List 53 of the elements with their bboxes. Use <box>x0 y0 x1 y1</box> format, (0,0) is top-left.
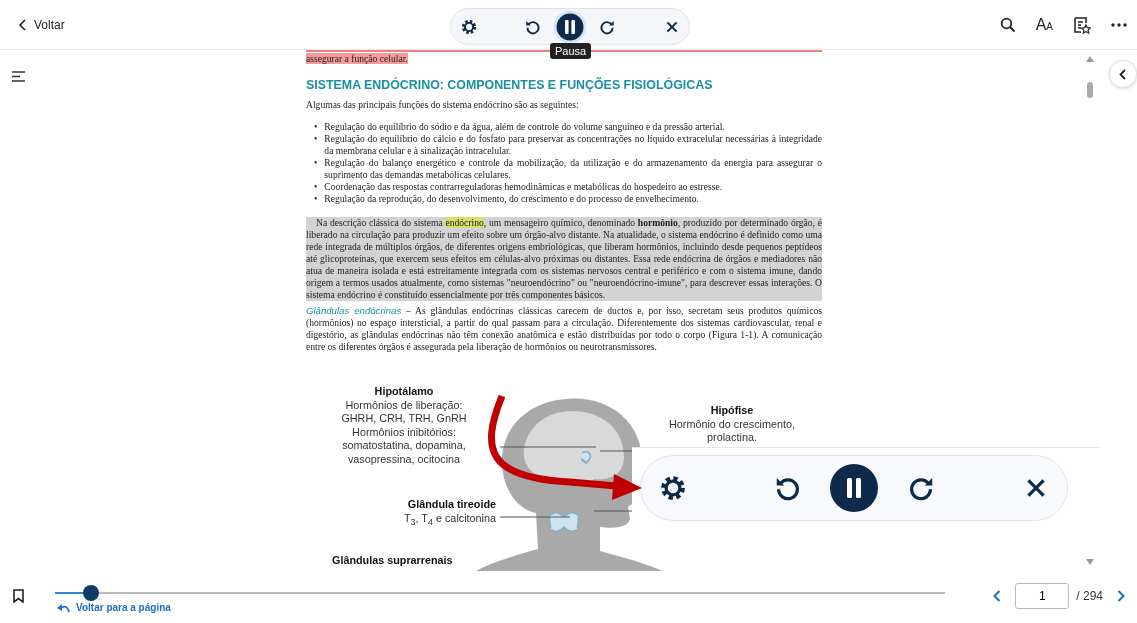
bullet-marker: • <box>314 157 318 170</box>
list-star-icon[interactable] <box>1073 15 1091 34</box>
undo-icon <box>57 602 70 613</box>
pause-button[interactable] <box>553 9 587 44</box>
chevron-left-icon <box>1119 68 1127 80</box>
figure-label-text: vasopressina, ocitocina <box>346 452 462 467</box>
previous-page-icon[interactable] <box>993 590 1002 602</box>
search-icon[interactable] <box>999 16 1016 33</box>
figure-label-text: Hormônios inibitórios: <box>351 425 457 440</box>
tooltip: Pausa <box>550 43 592 59</box>
back-button[interactable]: Voltar <box>14 13 69 36</box>
section-heading: SISTEMA ENDÓCRINO: COMPONENTES E FUNÇÕES FISIOLÓGICAS <box>306 78 714 92</box>
next-page-icon[interactable] <box>1117 590 1125 602</box>
figure-label-text: GHRH, CRH, TRH, GnRH <box>340 412 468 426</box>
bullet-item: Regulação da reprodução, do desenvolvimento, do crescimento e do processo de envelhecimento. <box>324 193 700 205</box>
figure-label-text: T$_{3}$, T$_{4}$ e calcitonina <box>402 511 496 529</box>
bookmark-icon[interactable] <box>13 589 24 603</box>
figure-label-text: prolactina. <box>706 431 758 445</box>
bullet-marker: • <box>314 121 318 133</box>
bullet-item: Regulação do equilíbrio do sódio e da água, além de controle do volume sanguíneo e da pressão arterial. <box>324 121 726 133</box>
page-total: / 294 <box>1076 589 1103 603</box>
figure-label-title: Hipotálamo <box>373 385 435 399</box>
bullet-item: Coordenação das respostas contrarreguladoras hemodinâmicas e metabólicas do hospedeiro ao estresse. <box>324 181 724 193</box>
figure-label-title: Glândulas suprarrenais <box>332 554 454 568</box>
bullet-marker: • <box>314 181 318 193</box>
text-size-button[interactable]: AA <box>1035 15 1053 34</box>
page-slider[interactable] <box>55 585 945 601</box>
figure-label-title: Hipófise <box>709 404 755 418</box>
figure-label-text: somatostatina, dopamina, <box>341 439 467 453</box>
bullet-item: Regulação do balanço energético e controle da mobilização, da utilização e do armazenamento da energia para assegurar o suprimento das demandas metabólicas celulares. <box>324 157 822 181</box>
scroll-down-icon[interactable] <box>1086 559 1094 565</box>
settings-icon[interactable] <box>460 17 478 36</box>
figure-label-text: Hormônio do crescimento, <box>668 417 796 432</box>
body-paragraph: Glândulas endócrinas – As glândulas endócrinas clássicas carecem de ductos e, por isso, secretam seus produtos químicos (hormônios) no espaço intersticial, a partir do qual passam para a circulação. Diferentemente dos sistemas cardiovascular, renal e digestório, as glândulas endócrinas não têm conexão anatômica e estão distribuídas por todo o corpo (Figura 1-1). A comunicação entre os diferentes órgãos é assegurada pela liberação de hormônios ou neurotransmissores. <box>306 305 822 353</box>
back-to-page-link[interactable]: Voltar para a página <box>57 602 171 613</box>
bullet-marker: • <box>314 193 318 205</box>
pause-button[interactable] <box>830 464 878 512</box>
scrollbar-thumb[interactable] <box>1087 82 1093 98</box>
collapse-button[interactable] <box>1109 60 1137 88</box>
settings-icon[interactable] <box>658 473 688 503</box>
body-paragraph: Na descrição clássica do sistema endócrino, um mensageiro químico, denominado hormônio, produzido por determinado órgão, é liberado na circulação para produzir um efeito sobre um órgão-alvo distante. Na atualidade, o sistema endócrino é definido como uma rede integrada de múltiplos órgãos, de diferentes origens embriológicas, que liberam hormônios, incluindo desde pequenos peptídeos até glicoproteínas, que exercem seus efeitos em células-alvo próximas ou distantes. Essa rede endócrina de órgãos e mediadores não atua de maneira isolada e está estreitamente integrada com os sistemas nervosos central e periférico e com o sistema imune, dando origem a termos usados atualmente, como sistemas "neuroendócrino" ou "neuroendócrino-imune", para descrever essas interações. O sistema endócrino é constituído essencialmente por três componentes básicos. <box>306 217 822 301</box>
intro-text: Algumas das principais funções do sistema endócrino são as seguintes: <box>306 99 580 111</box>
bullet-item: Regulação do equilíbrio do cálcio e do fosfato para preservar as concentrações no líquido extracelular necessárias à integridade da membrana celular e à sinalização intracelular. <box>324 133 822 157</box>
chevron-left-icon <box>18 18 28 31</box>
page-number-field[interactable]: 1 <box>1015 583 1070 609</box>
highlighted-text: assegurar a função celular. <box>306 53 408 64</box>
scroll-up-icon[interactable] <box>1086 56 1094 62</box>
figure-label-title: Glândula tireoide <box>406 498 496 512</box>
bullet-marker: • <box>314 133 318 146</box>
menu-icon[interactable] <box>12 71 25 82</box>
slider-thumb[interactable] <box>82 585 99 601</box>
more-icon[interactable] <box>1111 22 1127 27</box>
figure-label-text: Hormônios de liberação: <box>344 398 464 413</box>
